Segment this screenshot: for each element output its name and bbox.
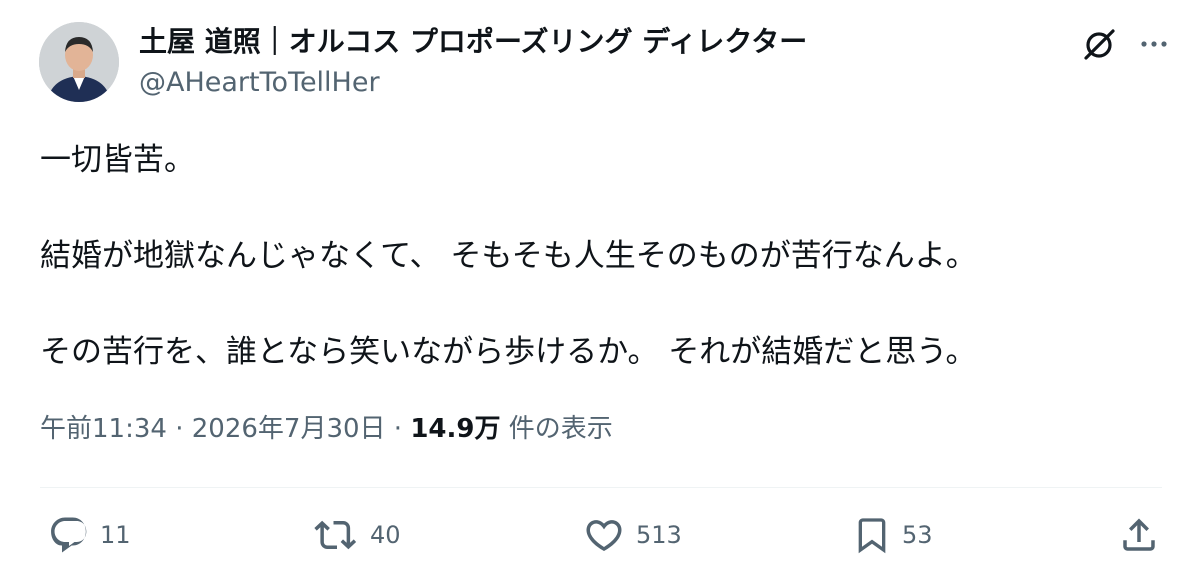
meta-separator: ·	[393, 414, 403, 444]
avatar-image	[39, 22, 119, 102]
tweet-date[interactable]: 2026年7月30日	[192, 414, 386, 444]
like-icon	[586, 520, 622, 552]
divider	[40, 487, 1162, 488]
bookmark-button[interactable]: 53	[852, 512, 933, 558]
tweet-time[interactable]: 午前11:34	[40, 414, 167, 444]
tweet-text-line: 一切皆苦。	[40, 142, 195, 178]
like-button[interactable]: 513	[582, 512, 682, 558]
tweet-text-line: その苦行を、誰となら笑いながら歩けるか。 それが結婚だと思う。	[40, 334, 977, 370]
author-handle[interactable]: @AHeartToTellHer	[139, 64, 380, 102]
avatar[interactable]	[39, 22, 119, 102]
share-icon	[1123, 518, 1155, 551]
grok-button[interactable]	[1080, 24, 1120, 64]
meta-separator: ·	[175, 414, 184, 444]
reply-count: 11	[100, 521, 131, 549]
grok-icon	[1084, 29, 1115, 60]
repost-button[interactable]: 40	[314, 512, 401, 558]
more-icon	[1141, 41, 1167, 47]
share-button[interactable]	[1118, 512, 1160, 558]
more-button[interactable]	[1134, 24, 1174, 64]
tweet-meta: 午前11:34 · 2026年7月30日 · 14.9万 件の表示	[40, 411, 613, 447]
repost-icon	[314, 520, 357, 550]
views-label[interactable]: 件の表示	[509, 414, 613, 444]
tweet-text-line: 結婚が地獄なんじゃなくて、 そもそも人生そのものが苦行なんよ。	[40, 238, 977, 274]
views-count[interactable]: 14.9万	[410, 414, 500, 444]
bookmark-count: 53	[902, 521, 933, 549]
repost-count: 40	[370, 521, 401, 549]
bookmark-icon	[858, 518, 886, 554]
like-count: 513	[636, 521, 682, 549]
reply-button[interactable]: 11	[48, 512, 131, 558]
author-display-name[interactable]: 土屋 道照｜オルコス プロポーズリング ディレクター	[139, 22, 807, 62]
reply-icon	[51, 517, 87, 553]
